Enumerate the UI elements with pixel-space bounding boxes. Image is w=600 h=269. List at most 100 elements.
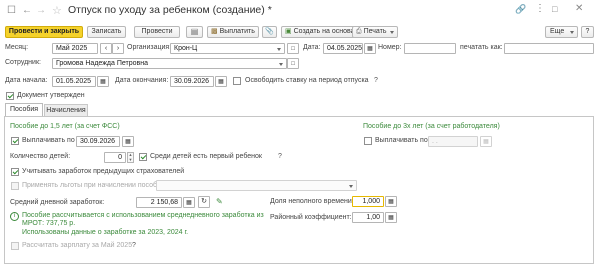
calendar-icon: ▦ (218, 79, 224, 85)
employee-open-button[interactable]: □ (287, 58, 299, 69)
open-icon: □ (291, 61, 295, 67)
forward-arrow-icon[interactable]: → (36, 5, 46, 16)
attachment-button[interactable]: 📎 (262, 26, 277, 38)
date-label: Дата: (303, 44, 321, 51)
print-as-label: печатать как: (460, 44, 503, 51)
approved-checkbox[interactable] (6, 92, 14, 100)
tab-benefits[interactable]: Пособия (5, 103, 43, 116)
pay-until-3y-calendar-button[interactable]: ▦ (480, 136, 492, 147)
recalc-help-icon[interactable]: ? (132, 241, 136, 251)
info-line-3: Использованы данные о заработке за 2023,… (22, 229, 189, 236)
regional-coef-field[interactable]: 1,00 (352, 212, 384, 223)
maximize-icon[interactable]: □ (552, 4, 557, 14)
close-icon[interactable]: ✕ (575, 3, 583, 14)
calculator-icon: ▦ (186, 200, 192, 206)
avg-earnings-field[interactable]: 2 150,68 (136, 197, 182, 208)
help-button[interactable]: ? (581, 26, 594, 38)
pay-button-label: Выплатить (219, 28, 255, 35)
calendar-icon: ▦ (483, 139, 489, 145)
fss-section-title: Пособие до 1,5 лет (за счет ФСС) (10, 123, 120, 130)
employee-field[interactable]: Громова Надежда Петровна (52, 58, 287, 69)
avg-earnings-calc-button[interactable]: ▦ (183, 197, 195, 208)
printer-icon: ⎙ (356, 28, 362, 35)
print-as-field[interactable] (504, 43, 594, 54)
link-icon[interactable]: 🔗 (515, 4, 526, 15)
favorite-star-icon[interactable]: ☆ (52, 4, 62, 17)
free-rate-help-icon[interactable]: ? (374, 76, 378, 86)
first-child-help-icon[interactable]: ? (278, 152, 282, 162)
pay-until-3y-field[interactable]: . . (428, 136, 478, 147)
more-button[interactable]: Еще (545, 26, 578, 38)
tab-accruals-label: Начисления (46, 107, 86, 114)
pay-until-3y-label: Выплачивать по (375, 137, 428, 144)
start-date-calendar-button[interactable]: ▦ (97, 76, 109, 87)
first-child-label: Среди детей есть первый ребенок (150, 153, 262, 160)
employee-label: Сотрудник: (5, 59, 41, 66)
edit-pencil-icon[interactable]: ✎ (216, 197, 223, 206)
chevron-right-icon: › (116, 45, 120, 52)
part-time-calc-button[interactable]: ▦ (385, 196, 397, 207)
organization-open-button[interactable]: □ (287, 43, 299, 54)
month-field[interactable]: Май 2025 (52, 43, 98, 54)
tab-benefits-label: Пособия (9, 106, 39, 113)
month-label: Месяц: (5, 44, 29, 51)
back-arrow-icon[interactable]: ← (22, 5, 32, 16)
pay-until-3y-checkbox[interactable] (364, 137, 372, 145)
regional-coef-label: Районный коэффициент: (270, 214, 352, 221)
print-button[interactable]: ⎙ Печать (352, 26, 398, 38)
calculator-icon: ▦ (388, 215, 394, 221)
documents-icon: ▤ (190, 27, 199, 36)
print-label: Печать (363, 28, 387, 35)
title-bar: ☐ ← → ☆ Отпуск по уходу за ребенком (соз… (0, 0, 600, 22)
wallet-icon: ▩ (211, 28, 218, 35)
number-field[interactable] (404, 43, 456, 54)
free-rate-checkbox[interactable] (233, 77, 241, 85)
pay-until-calendar-button[interactable]: ▦ (122, 136, 134, 147)
home-icon[interactable]: ☐ (7, 5, 16, 16)
start-date-field[interactable]: 01.05.2025 (52, 76, 96, 87)
calculator-icon: ▦ (388, 199, 394, 205)
recalc-salary-checkbox[interactable] (11, 242, 19, 250)
pay-until-field[interactable]: 30.09.2026 (76, 136, 120, 147)
documents-icon-button[interactable]: ▤ (186, 26, 203, 38)
privileges-select[interactable] (156, 180, 357, 191)
post-button[interactable]: Провести (134, 26, 180, 38)
privileges-checkbox[interactable] (11, 182, 19, 190)
part-time-field[interactable]: 1,000 (352, 196, 384, 207)
more-label: Еще (550, 28, 565, 35)
end-date-field[interactable]: 30.09.2026 (170, 76, 214, 87)
avg-earnings-refresh-button[interactable]: ↻ (198, 196, 210, 208)
children-count-stepper[interactable]: ▲ ▼ (127, 152, 134, 163)
end-date-calendar-button[interactable]: ▦ (215, 76, 227, 87)
number-label: Номер: (378, 44, 402, 51)
date-field[interactable]: 04.05.2025 (323, 43, 363, 54)
first-child-checkbox[interactable] (139, 153, 147, 161)
tab-accruals[interactable]: Начисления (44, 104, 88, 116)
pay-until-checkbox[interactable] (11, 137, 19, 145)
stepper-down-icon: ▼ (128, 156, 133, 162)
save-button[interactable]: Записать (87, 26, 126, 38)
free-rate-label: Освободить ставку на период отпуска (245, 77, 369, 84)
organization-field[interactable]: Крон-Ц (170, 43, 285, 54)
open-icon: □ (291, 46, 295, 52)
end-date-label: Дата окончания: (115, 77, 169, 84)
pay-button[interactable]: ▩ Выплатить (207, 26, 259, 38)
start-date-label: Дата начала: (5, 77, 48, 84)
kebab-menu-icon[interactable]: ⋮ (535, 3, 545, 14)
recalc-salary-label: Рассчитать зарплату за Май 2025 (22, 242, 133, 249)
privileges-label: Применять льготы при начислении пособия (22, 182, 165, 189)
date-calendar-button[interactable]: ▦ (364, 43, 376, 54)
prev-employers-checkbox[interactable] (11, 168, 19, 176)
paperclip-icon: 📎 (265, 28, 274, 35)
regional-coef-calc-button[interactable]: ▦ (385, 212, 397, 223)
post-and-close-button[interactable]: Провести и закрыть (5, 26, 83, 38)
chevron-left-icon: ‹ (104, 45, 108, 52)
prev-employers-label: Учитывать заработок предыдущих страховат… (22, 168, 185, 175)
calendar-icon: ▦ (125, 139, 131, 145)
organization-label: Организация: (127, 44, 172, 51)
month-next-button[interactable]: › (112, 43, 124, 54)
month-prev-button[interactable]: ‹ (100, 43, 112, 54)
window-title: Отпуск по уходу за ребенком (создание) * (68, 4, 272, 16)
children-count-field[interactable]: 0 (104, 152, 126, 163)
calendar-icon: ▦ (100, 79, 106, 85)
